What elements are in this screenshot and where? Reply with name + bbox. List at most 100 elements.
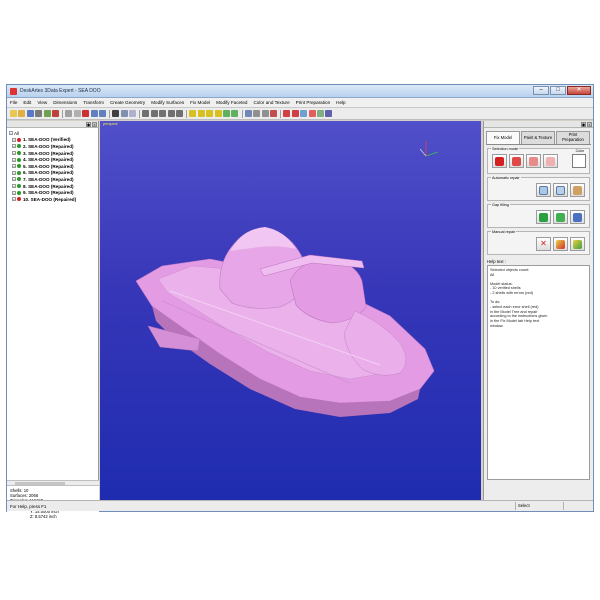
auto-repair-all-button[interactable] bbox=[553, 183, 568, 197]
tree-item[interactable]: + 1. SEA-DOO (Verified) bbox=[9, 137, 98, 144]
panel-close-icon[interactable]: × bbox=[587, 121, 592, 127]
menu-modify-surfaces[interactable]: Modify Surfaces bbox=[151, 100, 184, 105]
tree-item[interactable]: + 2. SEA-DOO (Repaired) bbox=[9, 143, 98, 150]
new-file-icon[interactable] bbox=[10, 110, 17, 117]
select-triangle-button[interactable] bbox=[543, 154, 558, 168]
color-icon[interactable] bbox=[269, 110, 277, 117]
import-icon[interactable] bbox=[43, 110, 51, 117]
tree-item[interactable]: + 7. SEA-DOO (Repaired) bbox=[9, 176, 98, 183]
tab-fix-model[interactable]: Fix Model bbox=[486, 131, 520, 144]
lasso-icon[interactable] bbox=[129, 110, 137, 117]
color-swatch[interactable] bbox=[572, 154, 586, 168]
menu-create-geometry[interactable]: Create Geometry bbox=[110, 100, 145, 105]
tree-item[interactable]: + 10. SEA-DOO (Repaired) bbox=[9, 196, 98, 203]
copy-icon[interactable] bbox=[73, 110, 81, 117]
expand-icon[interactable]: + bbox=[12, 144, 16, 149]
expand-icon[interactable]: + bbox=[12, 190, 16, 195]
measure-icon[interactable] bbox=[244, 110, 252, 117]
pan-icon[interactable] bbox=[150, 110, 158, 117]
menu-help[interactable]: Help bbox=[336, 100, 345, 105]
tree-item[interactable]: + 8. SEA-DOO (Repaired) bbox=[9, 183, 98, 190]
menu-edit[interactable]: Edit bbox=[23, 100, 31, 105]
status-bar: For Help, press F1 Select bbox=[7, 500, 593, 511]
maximize-button[interactable]: □ bbox=[550, 85, 566, 95]
minimize-button[interactable]: – bbox=[533, 85, 549, 95]
expand-icon[interactable]: + bbox=[12, 177, 16, 182]
box-select-icon[interactable] bbox=[120, 110, 128, 117]
fit-all-icon[interactable] bbox=[176, 110, 184, 117]
view-top-icon[interactable] bbox=[189, 110, 197, 117]
redo-icon[interactable] bbox=[98, 110, 106, 117]
expand-icon[interactable]: + bbox=[12, 151, 16, 156]
shading-icon[interactable] bbox=[222, 110, 230, 117]
pin-icon[interactable]: ◆ bbox=[86, 121, 91, 127]
flip-normal-icon bbox=[573, 239, 582, 249]
menu-modify-faceted[interactable]: Modify Faceted bbox=[216, 100, 247, 105]
collapse-icon[interactable]: − bbox=[9, 131, 13, 136]
expand-icon[interactable]: + bbox=[12, 170, 16, 175]
zoom-icon[interactable] bbox=[159, 110, 167, 117]
view-iso-icon[interactable] bbox=[214, 110, 222, 117]
layer-icon[interactable] bbox=[261, 110, 269, 117]
section-icon[interactable] bbox=[253, 110, 261, 117]
fill-gap-icon bbox=[556, 212, 565, 222]
save-icon[interactable] bbox=[26, 110, 34, 117]
view-front-icon[interactable] bbox=[197, 110, 205, 117]
auto-fix-button[interactable] bbox=[570, 183, 585, 197]
close-button[interactable]: ✕ bbox=[567, 85, 591, 95]
jetski-model[interactable] bbox=[100, 121, 481, 501]
auto-repair-button[interactable] bbox=[536, 183, 551, 197]
zoom-window-icon[interactable] bbox=[167, 110, 175, 117]
select-edge-button[interactable] bbox=[526, 154, 541, 168]
expand-icon[interactable]: + bbox=[12, 184, 16, 189]
slice-icon[interactable] bbox=[316, 110, 324, 117]
menu-transform[interactable]: Transform bbox=[83, 100, 104, 105]
panel-close-icon[interactable]: × bbox=[92, 121, 97, 127]
check-icon[interactable] bbox=[291, 110, 299, 117]
fill-hole-button[interactable] bbox=[536, 210, 551, 224]
menu-file[interactable]: File bbox=[10, 100, 17, 105]
flip-normal-button[interactable] bbox=[570, 237, 585, 251]
select-icon[interactable] bbox=[112, 110, 120, 117]
tree-item[interactable]: + 4. SEA-DOO (Repaired) bbox=[9, 156, 98, 163]
tab-paint-texture[interactable]: Paint & Texture bbox=[521, 131, 555, 144]
nest-icon[interactable] bbox=[325, 110, 333, 117]
wireframe-icon[interactable] bbox=[231, 110, 239, 117]
add-triangle-button[interactable] bbox=[553, 237, 568, 251]
add-triangle-icon bbox=[556, 239, 565, 249]
open-folder-icon[interactable] bbox=[18, 110, 26, 117]
tree-item[interactable]: + 9. SEA-DOO (Repaired) bbox=[9, 189, 98, 196]
expand-icon[interactable]: + bbox=[12, 164, 16, 169]
fix-icon[interactable] bbox=[283, 110, 291, 117]
menu-fix-model[interactable]: Fix Model bbox=[190, 100, 210, 105]
print-icon[interactable] bbox=[35, 110, 43, 117]
shell-status-icon bbox=[17, 144, 21, 149]
expand-icon[interactable]: + bbox=[12, 137, 16, 142]
cut-icon[interactable] bbox=[65, 110, 73, 117]
expand-icon[interactable]: + bbox=[12, 157, 16, 162]
3d-viewport[interactable]: perspect bbox=[100, 121, 481, 501]
tab-print-preparation[interactable]: Print Preparation bbox=[556, 131, 590, 144]
undo-icon[interactable] bbox=[90, 110, 98, 117]
select-surface-button[interactable] bbox=[509, 154, 524, 168]
rotate-icon[interactable] bbox=[142, 110, 150, 117]
tree-item[interactable]: + 5. SEA-DOO (Repaired) bbox=[9, 163, 98, 170]
expand-icon[interactable]: + bbox=[12, 197, 16, 202]
menu-color-and-texture[interactable]: Color and Texture bbox=[253, 100, 289, 105]
support-icon[interactable] bbox=[308, 110, 316, 117]
tree-item[interactable]: + 6. SEA-DOO (Repaired) bbox=[9, 170, 98, 177]
stitch-button[interactable] bbox=[570, 210, 585, 224]
tree-root[interactable]: − All bbox=[9, 130, 98, 137]
fill-gap-button[interactable] bbox=[553, 210, 568, 224]
tree-item[interactable]: + 3. SEA-DOO (Repaired) bbox=[9, 150, 98, 157]
select-shell-button[interactable] bbox=[492, 154, 507, 168]
menu-view[interactable]: View bbox=[37, 100, 47, 105]
delete-triangles-button[interactable]: ✕ bbox=[536, 237, 551, 251]
pin-icon[interactable]: ◆ bbox=[581, 121, 586, 127]
delete-icon[interactable] bbox=[82, 110, 90, 117]
view-side-icon[interactable] bbox=[206, 110, 214, 117]
export-icon[interactable] bbox=[51, 110, 59, 117]
menu-print-preparation[interactable]: Print Preparation bbox=[296, 100, 330, 105]
menu-dimensions[interactable]: Dimensions bbox=[53, 100, 77, 105]
hole-fill-icon[interactable] bbox=[300, 110, 308, 117]
